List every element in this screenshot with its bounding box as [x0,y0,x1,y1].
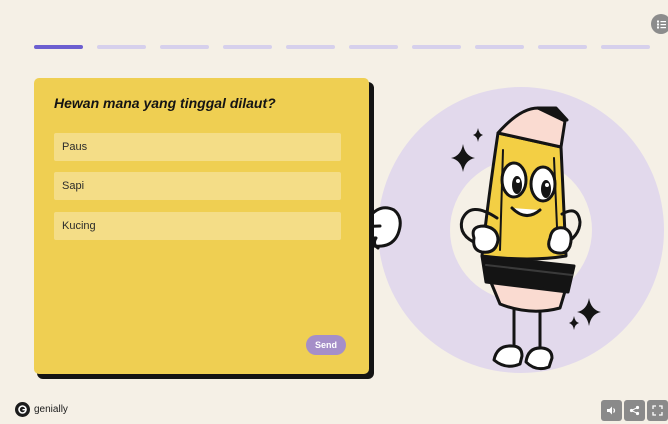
quiz-screen: Hewan mana yang tinggal dilaut? Paus Sap… [0,0,668,424]
share-button[interactable] [624,400,645,421]
sound-button[interactable] [601,400,622,421]
quiz-card: Hewan mana yang tinggal dilaut? Paus Sap… [34,78,369,374]
speaker-icon [607,406,616,415]
answer-option-sapi[interactable]: Sapi [54,172,341,200]
fullscreen-button[interactable] [647,400,668,421]
answer-option-kucing[interactable]: Kucing [54,212,341,240]
answer-option-paus[interactable]: Paus [54,133,341,161]
fullscreen-icon [652,405,663,416]
genially-logo-icon [15,402,30,417]
brand-name: genially [34,404,68,415]
share-icon [629,405,640,416]
send-button[interactable]: Send [306,335,346,355]
question-title: Hewan mana yang tinggal dilaut? [54,95,276,111]
brand[interactable]: genially [15,402,68,417]
